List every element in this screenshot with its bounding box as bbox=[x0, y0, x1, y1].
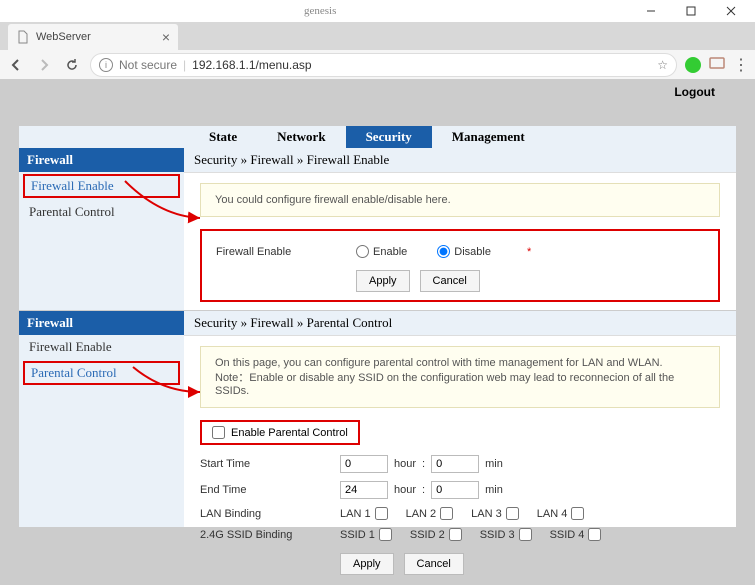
start-hour-input[interactable] bbox=[340, 455, 388, 473]
page-icon bbox=[16, 30, 30, 44]
site-info-icon[interactable]: i bbox=[99, 58, 113, 72]
lan2-checkbox[interactable]: LAN 2 bbox=[406, 507, 454, 520]
url-field[interactable]: i Not secure | 192.168.1.1/menu.asp ☆ bbox=[90, 53, 677, 77]
reload-button[interactable] bbox=[62, 55, 82, 75]
tab-security[interactable]: Security bbox=[346, 126, 432, 148]
tab-title: WebServer bbox=[36, 31, 91, 43]
tab-state[interactable]: State bbox=[189, 126, 257, 148]
ssid1-checkbox[interactable]: SSID 1 bbox=[340, 528, 392, 541]
end-min-input[interactable] bbox=[431, 481, 479, 499]
extension-icon[interactable] bbox=[685, 57, 701, 73]
content-area-2: Security » Firewall » Parental Control O… bbox=[184, 311, 736, 527]
lan4-checkbox[interactable]: LAN 4 bbox=[537, 507, 585, 520]
info-box-2: On this page, you can configure parental… bbox=[200, 346, 720, 408]
star-icon[interactable]: ☆ bbox=[657, 58, 668, 72]
end-time-label: End Time bbox=[200, 484, 340, 496]
enable-parental-control-checkbox[interactable] bbox=[212, 426, 225, 439]
ssid4-checkbox[interactable]: SSID 4 bbox=[550, 528, 602, 541]
firewall-enable-label: Firewall Enable bbox=[216, 246, 356, 258]
window-titlebar: genesis bbox=[0, 0, 755, 22]
annotation-arrow-1 bbox=[120, 176, 210, 229]
cancel-button-2[interactable]: Cancel bbox=[404, 553, 464, 575]
menu-icon[interactable]: ⋮ bbox=[733, 55, 749, 75]
close-window-button[interactable] bbox=[711, 0, 751, 22]
required-asterisk: * bbox=[527, 246, 531, 258]
lan1-checkbox[interactable]: LAN 1 bbox=[340, 507, 388, 520]
ssid3-checkbox[interactable]: SSID 3 bbox=[480, 528, 532, 541]
sidebar-item-firewall-enable-2[interactable]: Firewall Enable bbox=[19, 335, 184, 359]
top-nav: State Network Security Management bbox=[19, 126, 736, 148]
tab-close-icon[interactable]: × bbox=[162, 29, 170, 45]
maximize-button[interactable] bbox=[671, 0, 711, 22]
enable-parental-control-label: Enable Parental Control bbox=[231, 427, 348, 439]
ssid-binding-label: 2.4G SSID Binding bbox=[200, 529, 340, 541]
cancel-button[interactable]: Cancel bbox=[420, 270, 480, 292]
breadcrumb: Security » Firewall » Firewall Enable bbox=[184, 148, 736, 173]
apply-button[interactable]: Apply bbox=[356, 270, 410, 292]
logout-link[interactable]: Logout bbox=[674, 85, 715, 99]
lan3-checkbox[interactable]: LAN 3 bbox=[471, 507, 519, 520]
not-secure-label: Not secure bbox=[119, 58, 177, 72]
browser-tabbar: WebServer × bbox=[0, 22, 755, 50]
page-content: Logout State Network Security Management… bbox=[0, 80, 755, 557]
panel-parental-control: Firewall Firewall Enable Parental Contro… bbox=[18, 310, 737, 528]
tab-management[interactable]: Management bbox=[432, 126, 545, 148]
apply-button-2[interactable]: Apply bbox=[340, 553, 394, 575]
sidebar-header: Firewall bbox=[19, 148, 184, 172]
annotation-arrow-2 bbox=[128, 362, 208, 405]
info-box: You could configure firewall enable/disa… bbox=[200, 183, 720, 217]
lan-binding-label: LAN Binding bbox=[200, 508, 340, 520]
start-min-input[interactable] bbox=[431, 455, 479, 473]
extension-icon-2[interactable] bbox=[709, 57, 725, 72]
forward-button[interactable] bbox=[34, 55, 54, 75]
minimize-button[interactable] bbox=[631, 0, 671, 22]
back-button[interactable] bbox=[6, 55, 26, 75]
firewall-form: Firewall Enable Enable Disable * Apply C… bbox=[200, 229, 720, 302]
browser-addressbar: i Not secure | 192.168.1.1/menu.asp ☆ ⋮ bbox=[0, 50, 755, 80]
browser-tab[interactable]: WebServer × bbox=[8, 24, 178, 50]
tab-network[interactable]: Network bbox=[257, 126, 345, 148]
start-time-label: Start Time bbox=[200, 458, 340, 470]
end-hour-input[interactable] bbox=[340, 481, 388, 499]
app-name: genesis bbox=[304, 5, 336, 17]
enable-parental-control-row: Enable Parental Control bbox=[200, 420, 360, 445]
sidebar-header-2: Firewall bbox=[19, 311, 184, 335]
breadcrumb-2: Security » Firewall » Parental Control bbox=[184, 311, 736, 336]
radio-disable[interactable]: Disable bbox=[437, 245, 491, 258]
url-text: 192.168.1.1/menu.asp bbox=[192, 58, 651, 72]
radio-enable[interactable]: Enable bbox=[356, 245, 407, 258]
ssid2-checkbox[interactable]: SSID 2 bbox=[410, 528, 462, 541]
sidebar-2: Firewall Firewall Enable Parental Contro… bbox=[19, 311, 184, 527]
